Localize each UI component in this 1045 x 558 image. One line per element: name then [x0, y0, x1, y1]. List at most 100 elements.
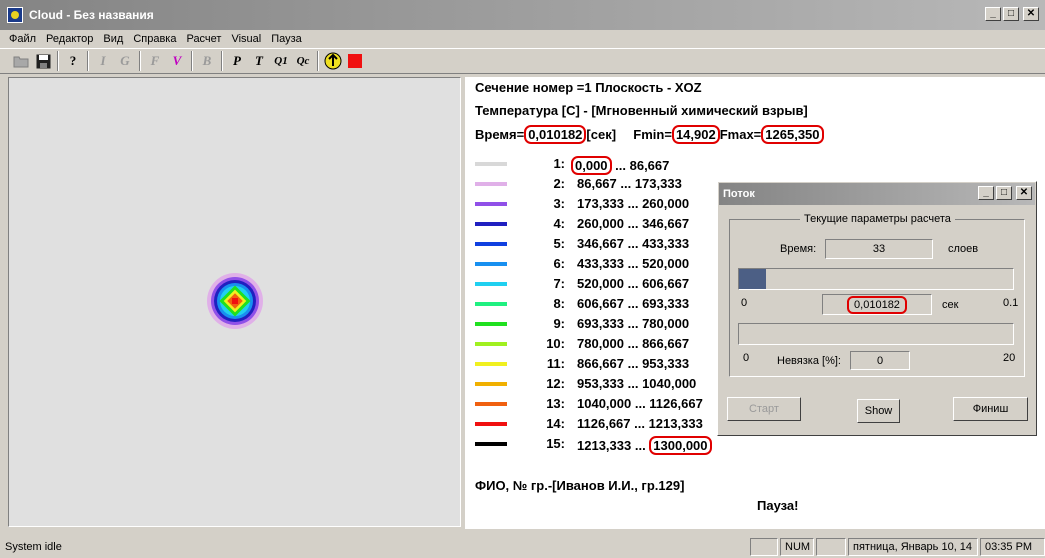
show-button[interactable]: Show [857, 399, 900, 423]
maximize-button[interactable]: □ [1003, 7, 1019, 21]
time-unit: сек [942, 299, 959, 311]
status-text: System idle [5, 541, 62, 553]
time-unit: [сек] [586, 127, 617, 142]
tool-b-icon[interactable]: B [196, 50, 218, 72]
time-progress-fill [739, 269, 767, 289]
legend-from: 1213,333 [577, 438, 632, 453]
time-field: 0,010182 [822, 294, 932, 315]
flow-dialog: Поток _ □ ✕ Текущие параметры расчета Вр… [717, 181, 1037, 436]
legend-row: 12: 953,333 ... 1040,000 [475, 376, 735, 396]
tool-t-icon[interactable]: T [248, 50, 270, 72]
app-icon [7, 7, 23, 23]
legend-index: 7: [553, 276, 565, 291]
legend-row: 1: 0,000 ... 86,667 [475, 156, 735, 176]
legend-to: 953,333 [642, 356, 690, 371]
finish-button[interactable]: Финиш [953, 397, 1028, 421]
legend-row: 7: 520,000 ... 606,667 [475, 276, 735, 296]
start-button[interactable]: Старт [727, 397, 801, 421]
legend-index: 15: [546, 436, 565, 451]
menu-pause[interactable]: Пауза [266, 33, 307, 45]
tool-i-icon[interactable]: I [92, 50, 114, 72]
legend-range: 86,667 ... 173,333 [577, 176, 682, 191]
save-icon[interactable] [32, 50, 54, 72]
help-icon[interactable]: ? [62, 50, 84, 72]
legend-dots: ... [624, 336, 643, 351]
legend-to: 1213,333 [648, 416, 703, 431]
legend-range: 693,333 ... 780,000 [577, 316, 689, 331]
legend-swatch [475, 222, 507, 226]
legend-index: 4: [553, 216, 565, 231]
tool-f-icon[interactable]: F [144, 50, 166, 72]
legend-dots: ... [624, 356, 643, 371]
legend-index: 1: [553, 156, 565, 171]
legend-range: 1213,333 ... 1300,000 [577, 436, 712, 455]
nevyazka-min: 0 [743, 352, 750, 364]
legend-dots: ... [630, 416, 649, 431]
tool-q1-icon[interactable]: Q1 [270, 50, 292, 72]
legend-range: 260,000 ... 346,667 [577, 216, 689, 231]
status-bar: System idle NUM пятница, Январь 10, 14 0… [0, 536, 1045, 558]
legend-swatch [475, 442, 507, 446]
legend-to: 260,000 [642, 196, 690, 211]
progress-max: 0.1 [1003, 297, 1019, 309]
temperature-field [207, 273, 263, 329]
legend-from: 866,667 [577, 356, 624, 371]
legend-index: 14: [546, 416, 565, 431]
legend-swatch [475, 322, 507, 326]
legend-range: 606,667 ... 693,333 [577, 296, 689, 311]
menu-view[interactable]: Вид [98, 33, 128, 45]
menu-editor[interactable]: Редактор [41, 33, 98, 45]
dialog-maximize-button[interactable]: □ [996, 186, 1012, 200]
nevyazka-field: 0 [850, 351, 910, 370]
legend-to: 433,333 [642, 236, 690, 251]
legend-from: 953,333 [577, 376, 624, 391]
legend-range: 520,000 ... 606,667 [577, 276, 689, 291]
legend-row: 11: 866,667 ... 953,333 [475, 356, 735, 376]
close-button[interactable]: ✕ [1023, 7, 1039, 21]
menu-visual[interactable]: Visual [226, 33, 266, 45]
tool-p-icon[interactable]: P [226, 50, 248, 72]
legend-row: 2: 86,667 ... 173,333 [475, 176, 735, 196]
legend-swatch [475, 362, 507, 366]
legend-to: 1300,000 [649, 436, 712, 455]
tool-v-icon[interactable]: V [166, 50, 188, 72]
legend-from: 86,667 [577, 176, 617, 191]
fmin-value: 14,902 [671, 125, 720, 144]
legend-dots: ... [624, 376, 643, 391]
time-line: Время= 0,010182 [сек] Fmin= 14,902 Fmax= 1265… [475, 125, 824, 144]
legend-to: 693,333 [642, 296, 690, 311]
status-date: пятница, Январь 10, 14 [848, 538, 978, 556]
legend-index: 8: [553, 296, 565, 311]
menu-help[interactable]: Справка [128, 33, 181, 45]
stop-icon[interactable] [344, 50, 366, 72]
tool-qc-icon[interactable]: Qc [292, 50, 314, 72]
legend-dots: ... [624, 196, 643, 211]
visualization-canvas[interactable] [8, 77, 461, 527]
open-folder-icon[interactable] [10, 50, 32, 72]
minimize-button[interactable]: _ [985, 7, 1001, 21]
legend-swatch [475, 342, 507, 346]
legend-index: 3: [553, 196, 565, 211]
legend-to: 520,000 [642, 256, 690, 271]
window-title: Cloud - Без названия [29, 8, 154, 22]
legend-from: 173,333 [577, 196, 624, 211]
legend-dots: ... [611, 158, 630, 173]
start-calc-icon[interactable] [322, 50, 344, 72]
legend-range: 433,333 ... 520,000 [577, 256, 689, 271]
time-label: Время= [475, 127, 525, 142]
dialog-close-button[interactable]: ✕ [1016, 186, 1032, 200]
tool-g-icon[interactable]: G [114, 50, 136, 72]
dialog-minimize-button[interactable]: _ [978, 186, 994, 200]
legend-to: 346,667 [642, 216, 690, 231]
menu-file[interactable]: Файл [4, 33, 41, 45]
menu-calc[interactable]: Расчет [181, 33, 226, 45]
legend-index: 2: [553, 176, 565, 191]
legend-from: 1040,000 [577, 396, 632, 411]
legend-range: 1126,667 ... 1213,333 [577, 416, 703, 431]
legend-swatch [475, 382, 507, 386]
legend-from: 606,667 [577, 296, 624, 311]
pause-text: Пауза! [757, 498, 799, 513]
temperature-title: Температура [C] - [Мгновенный химический… [475, 103, 808, 118]
legend-swatch [475, 302, 507, 306]
status-cell-empty [750, 538, 778, 556]
